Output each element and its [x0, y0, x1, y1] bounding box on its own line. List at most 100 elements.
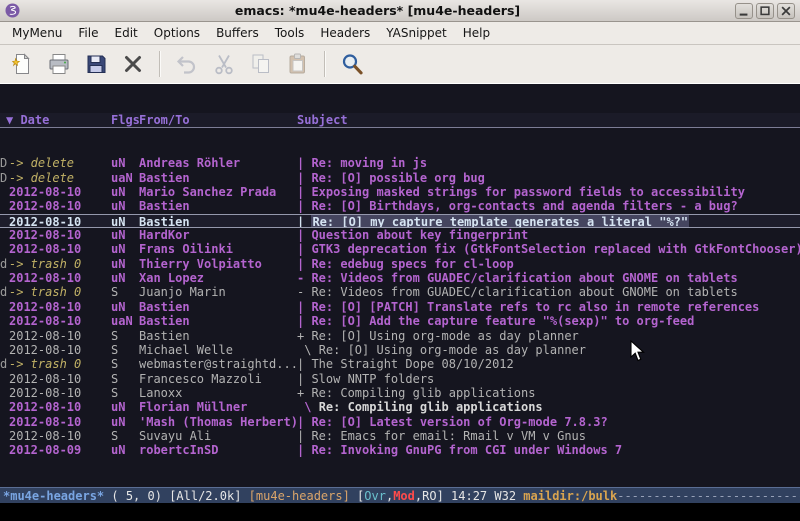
message-mark: d: [0, 285, 9, 299]
message-subject: | Re: [O] Add the capture feature "%(sex…: [297, 314, 800, 328]
message-row[interactable]: 2012-08-10SSuvayu Ali| Re: Emacs for ema…: [0, 429, 800, 443]
close-buffer-button[interactable]: [119, 50, 147, 78]
message-subject: | Question about key fingerprint: [297, 228, 800, 242]
message-mark: d: [0, 357, 9, 371]
message-flags: S: [111, 386, 139, 400]
message-from: Suvayu Ali: [139, 429, 297, 443]
subject-text: Re: [O] Using org-mode as day planner: [311, 329, 578, 343]
save-icon: [84, 52, 108, 76]
message-row[interactable]: 2012-08-10uNHardKor| Question about key …: [0, 228, 800, 242]
message-flags: uN: [111, 199, 139, 213]
thread-prefix: |: [297, 415, 311, 429]
subject-text: Re: Invoking GnuPG from CGI under Window…: [311, 443, 622, 457]
header-flags[interactable]: Flgs: [111, 113, 139, 127]
message-row[interactable]: 2012-08-10uNXan Lopez- Re: Videos from G…: [0, 271, 800, 285]
message-row[interactable]: 2012-08-10uN'Mash (Thomas Herbert)| Re: …: [0, 415, 800, 429]
thread-prefix: |: [297, 228, 311, 242]
message-subject: | Re: Invoking GnuPG from CGI under Wind…: [297, 443, 800, 457]
message-row[interactable]: 2012-08-10uNBastien| Re: [O] [PATCH] Tra…: [0, 300, 800, 314]
menu-mymenu[interactable]: MyMenu: [4, 22, 70, 44]
message-date: 2012-08-10: [9, 242, 111, 256]
message-flags: uN: [111, 242, 139, 256]
menu-tools[interactable]: Tools: [267, 22, 313, 44]
message-date: 2012-08-10: [9, 343, 111, 357]
window-title: emacs: *mu4e-headers* [mu4e-headers]: [24, 3, 731, 18]
menu-help[interactable]: Help: [455, 22, 498, 44]
subject-text: Re: [O] Birthdays, org-contacts and agen…: [311, 199, 737, 213]
message-flags: uN: [111, 443, 139, 457]
message-from: Bastien: [139, 314, 297, 328]
search-button[interactable]: [338, 50, 366, 78]
message-subject: \ Re: [O] Using org-mode as day planner: [297, 343, 800, 357]
message-flags: uN: [111, 415, 139, 429]
message-row[interactable]: d-> trash 0uNThierry Volpiatto| Re: edeb…: [0, 257, 800, 271]
header-subject[interactable]: Subject: [297, 113, 800, 127]
subject-text: Re: Compiling glib applications: [311, 386, 535, 400]
thread-prefix: |: [297, 443, 311, 457]
message-row[interactable]: 2012-08-10uNFlorian Müllner \ Re: Compil…: [0, 400, 800, 414]
headers-buffer[interactable]: ▼ Date Flgs From/To Subject D-> deleteuN…: [0, 84, 800, 487]
message-date: 2012-08-10: [9, 271, 111, 285]
thread-prefix: |: [297, 185, 311, 199]
message-row[interactable]: 2012-08-10uaNBastien| Re: [O] Add the ca…: [0, 314, 800, 328]
maximize-button[interactable]: [756, 3, 774, 19]
menu-bar: MyMenuFileEditOptionsBuffersToolsHeaders…: [0, 22, 800, 45]
emacs-icon: [5, 3, 20, 18]
message-from: Lanoxx: [139, 386, 297, 400]
modeline-segment: [All/2.0k]: [169, 489, 248, 503]
close-icon: [780, 5, 792, 17]
message-row[interactable]: D-> deleteuaNBastien| Re: [O] possible o…: [0, 171, 800, 185]
print-button[interactable]: [45, 50, 73, 78]
message-subject: | Re: [O] Latest version of Org-mode 7.8…: [297, 415, 800, 429]
message-row[interactable]: 2012-08-10uNFrans Oilinki| GTK3 deprecat…: [0, 242, 800, 256]
subject-text: GTK3 deprecation fix (GtkFontSelection r…: [311, 242, 800, 256]
message-subject: | Re: [O] possible org bug: [297, 171, 800, 185]
menu-file[interactable]: File: [70, 22, 106, 44]
message-flags: uN: [111, 271, 139, 285]
message-row[interactable]: 2012-08-09uNrobertcInSD| Re: Invoking Gn…: [0, 443, 800, 457]
modeline-segment: ]: [437, 489, 451, 503]
search-icon: [340, 52, 364, 76]
message-row[interactable]: 2012-08-10SFrancesco Mazzoli| Slow NNTP …: [0, 372, 800, 386]
close-button[interactable]: [777, 3, 795, 19]
header-date[interactable]: ▼ Date: [0, 113, 111, 127]
header-from[interactable]: From/To: [139, 113, 297, 127]
message-mark: [0, 343, 9, 357]
message-from: Bastien: [139, 199, 297, 213]
message-row[interactable]: d-> trash 0Swebmaster@straightd...| The …: [0, 357, 800, 371]
message-flags: uaN: [111, 171, 139, 185]
copy-icon: [249, 52, 273, 76]
minimize-button[interactable]: [735, 3, 753, 19]
message-flags: uN: [111, 400, 139, 414]
message-row[interactable]: 2012-08-10SLanoxx+ Re: Compiling glib ap…: [0, 386, 800, 400]
menu-options[interactable]: Options: [146, 22, 208, 44]
message-subject: | Re: [O] my capture template generates …: [297, 215, 800, 227]
message-row[interactable]: d-> trash 0SJuanjo Marin- Re: Videos fro…: [0, 285, 800, 299]
save-button[interactable]: [82, 50, 110, 78]
thread-prefix: |: [297, 199, 311, 213]
message-row[interactable]: 2012-08-10SMichael Welle \ Re: [O] Using…: [0, 343, 800, 357]
message-mark: [0, 300, 9, 314]
message-row[interactable]: 2012-08-10SBastien+ Re: [O] Using org-mo…: [0, 329, 800, 343]
message-row[interactable]: 2012-08-10uNBastien| Re: [O] Birthdays, …: [0, 199, 800, 213]
message-mark: [0, 400, 9, 414]
menu-buffers[interactable]: Buffers: [208, 22, 267, 44]
menu-yasnippet[interactable]: YASnippet: [378, 22, 455, 44]
message-flags: uaN: [111, 314, 139, 328]
new-file-button[interactable]: [8, 50, 36, 78]
message-flags: uN: [111, 185, 139, 199]
message-mark: [0, 329, 9, 343]
message-row[interactable]: D-> deleteuNAndreas Röhler| Re: moving i…: [0, 156, 800, 170]
message-row[interactable]: 2012-08-10uNBastien| Re: [O] my capture …: [0, 214, 800, 228]
window-buttons: [735, 3, 795, 19]
menu-edit[interactable]: Edit: [107, 22, 146, 44]
subject-text: Re: [O] [PATCH] Translate refs to rc als…: [311, 300, 759, 314]
subject-text: Re: Emacs for email: Rmail v VM v Gnus: [311, 429, 586, 443]
message-row[interactable]: 2012-08-10uNMario Sanchez Prada| Exposin…: [0, 185, 800, 199]
message-date: -> trash 0: [9, 285, 111, 299]
minimize-icon: [738, 5, 750, 17]
modeline-segment: W32: [494, 489, 523, 503]
echo-area[interactable]: [0, 503, 800, 521]
message-from: HardKor: [139, 228, 297, 242]
menu-headers[interactable]: Headers: [312, 22, 378, 44]
